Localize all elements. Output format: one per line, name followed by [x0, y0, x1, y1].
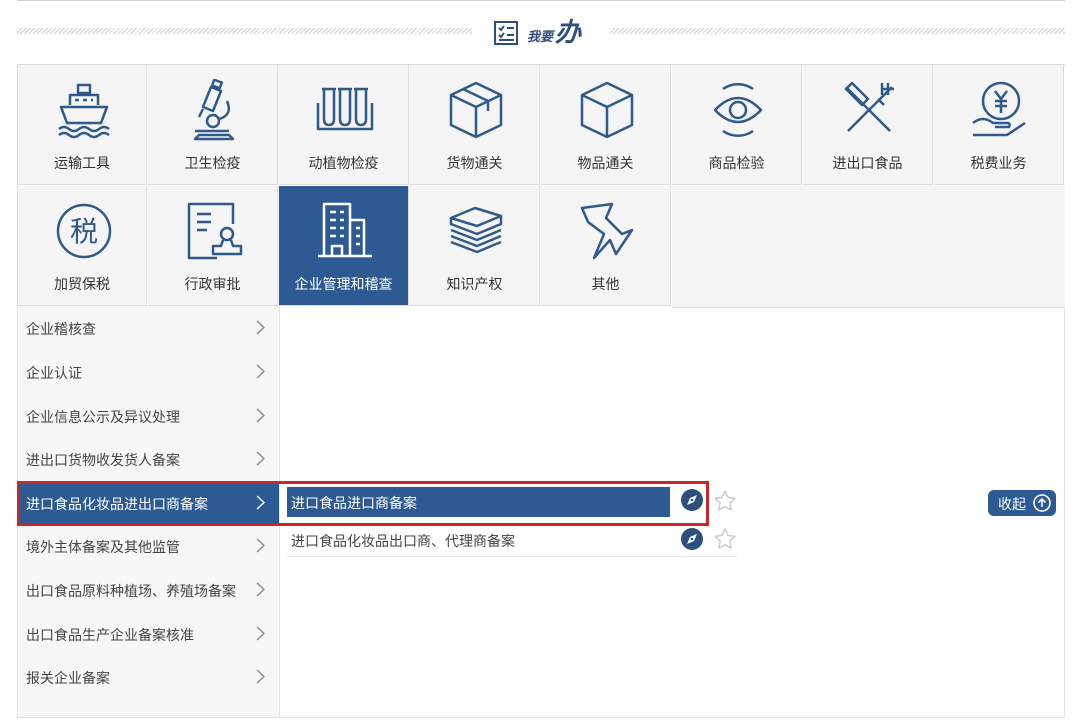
menu-item-label: 出口食品原料种植场、养殖场备案: [26, 584, 236, 600]
category-tile-intellectual-property[interactable]: 知识产权: [410, 186, 540, 306]
category-tile-tax-services[interactable]: 税费业务: [934, 65, 1064, 185]
category-label: 物品通关: [577, 156, 634, 172]
category-tile-health-quarantine[interactable]: 卫生检疫: [148, 65, 278, 185]
menu-item-label: 企业认证: [26, 366, 82, 382]
category-grid: 运输工具 卫生检疫 动植物检疫 货物通关 物品通关 商品检验 进出口食品 税费业…: [17, 64, 1065, 308]
header-hatch-left: [17, 28, 472, 34]
chevron-right-icon: [256, 582, 265, 597]
chevron-right-icon: [256, 320, 265, 335]
test-tubes-icon: [316, 87, 374, 131]
menu-item-raw-material-farm[interactable]: 出口食品原料种植场、养殖场备案: [18, 569, 279, 612]
category-label: 进出口食品: [832, 156, 903, 172]
category-label: 卫生检疫: [184, 156, 241, 172]
submenu-item-label: 进口食品化妆品出口商、代理商备案: [291, 534, 515, 550]
highlight-box: [17, 481, 709, 526]
category-label: 货物通关: [446, 156, 503, 172]
menu-item-overseas-entity[interactable]: 境外主体备案及其他监管: [18, 525, 279, 568]
checklist-icon: [494, 21, 518, 45]
menu-item-enterprise-certification[interactable]: 企业认证: [18, 351, 279, 394]
title-small: 我要: [527, 29, 554, 45]
category-tile-goods-clearance[interactable]: 物品通关: [541, 65, 671, 185]
cube-icon: [580, 81, 634, 139]
top-divider: [17, 0, 1065, 1]
category-tile-commodity-inspection[interactable]: 商品检验: [672, 65, 802, 185]
category-label: 加贸保税: [54, 277, 110, 293]
category-tile-administrative-approval[interactable]: 行政审批: [148, 186, 278, 306]
chevron-right-icon: [256, 408, 265, 423]
category-label: 税费业务: [970, 156, 1027, 172]
category-label: 知识产权: [446, 277, 503, 293]
ship-icon: [58, 83, 110, 139]
menu-item-label: 报关企业备案: [26, 671, 110, 687]
menu-item-info-disclosure[interactable]: 企业信息公示及异议处理: [18, 395, 279, 438]
collapse-label: 收起: [998, 497, 1026, 513]
menu-item-label: 企业信息公示及异议处理: [26, 410, 180, 426]
category-tile-transport[interactable]: 运输工具: [17, 65, 147, 185]
chevron-right-icon: [256, 626, 265, 641]
category-label: 其他: [591, 277, 620, 293]
category-label: 商品检验: [708, 156, 765, 172]
grid-empty-area: [672, 186, 1065, 308]
approval-stamp-icon: [187, 202, 243, 260]
menu-item-label: 境外主体备案及其他监管: [26, 540, 180, 556]
category-label: 动植物检疫: [308, 156, 379, 172]
yen-coin-hand-icon: [972, 81, 1026, 137]
menu-item-label: 出口食品生产企业备案核准: [26, 628, 194, 644]
package-box-icon: [449, 81, 503, 139]
chevron-right-icon: [256, 364, 265, 379]
header-hatch-right: [610, 28, 1065, 34]
category-label: 运输工具: [54, 156, 110, 172]
star-icon[interactable]: [713, 489, 737, 513]
chevron-right-icon: [256, 538, 265, 553]
menu-item-food-producer[interactable]: 出口食品生产企业备案核准: [18, 613, 279, 656]
compass-icon[interactable]: [680, 527, 704, 551]
tax-circle-icon: 税: [56, 203, 112, 259]
arrow-up-circle-icon: [1033, 494, 1051, 512]
category-tile-other[interactable]: 其他: [541, 186, 671, 306]
category-tile-import-export-food[interactable]: 进出口食品: [803, 65, 933, 185]
category-label: 行政审批: [184, 277, 241, 293]
section-title: 我要 办: [493, 16, 613, 50]
chevron-right-icon: [256, 451, 265, 466]
menu-item-label: 进出口货物收发货人备案: [26, 453, 180, 469]
chevron-right-icon: [256, 669, 265, 684]
menu-item-consignee-registration[interactable]: 进出口货物收发货人备案: [18, 438, 279, 481]
menu-item-customs-broker[interactable]: 报关企业备案: [18, 656, 279, 699]
submenu-item-exporter-agent[interactable]: 进口食品化妆品出口商、代理商备案: [287, 527, 737, 557]
menu-item-label: 企业稽核查: [26, 322, 96, 338]
category-tile-animal-plant-quarantine[interactable]: 动植物检疫: [279, 65, 409, 185]
fork-knife-icon: [844, 81, 894, 132]
building-icon: [318, 202, 372, 258]
star-icon[interactable]: [713, 527, 737, 551]
category-tile-processing-trade-bonded[interactable]: 税 加贸保税: [17, 186, 147, 306]
svg-text:税: 税: [70, 215, 98, 248]
section-header: 我要 办: [17, 14, 1065, 52]
category-tile-enterprise-management[interactable]: 企业管理和稽查: [279, 186, 409, 306]
microscope-icon: [193, 79, 235, 141]
category-tile-cargo-clearance[interactable]: 货物通关: [410, 65, 540, 185]
eye-inspection-icon: [713, 82, 763, 138]
collapse-button[interactable]: 收起: [988, 490, 1056, 516]
pushpin-icon: [580, 202, 634, 260]
title-big: 办: [555, 17, 582, 48]
category-label: 企业管理和稽查: [294, 277, 393, 293]
menu-item-enterprise-audit[interactable]: 企业稽核查: [18, 307, 279, 350]
books-stack-icon: [449, 206, 503, 254]
